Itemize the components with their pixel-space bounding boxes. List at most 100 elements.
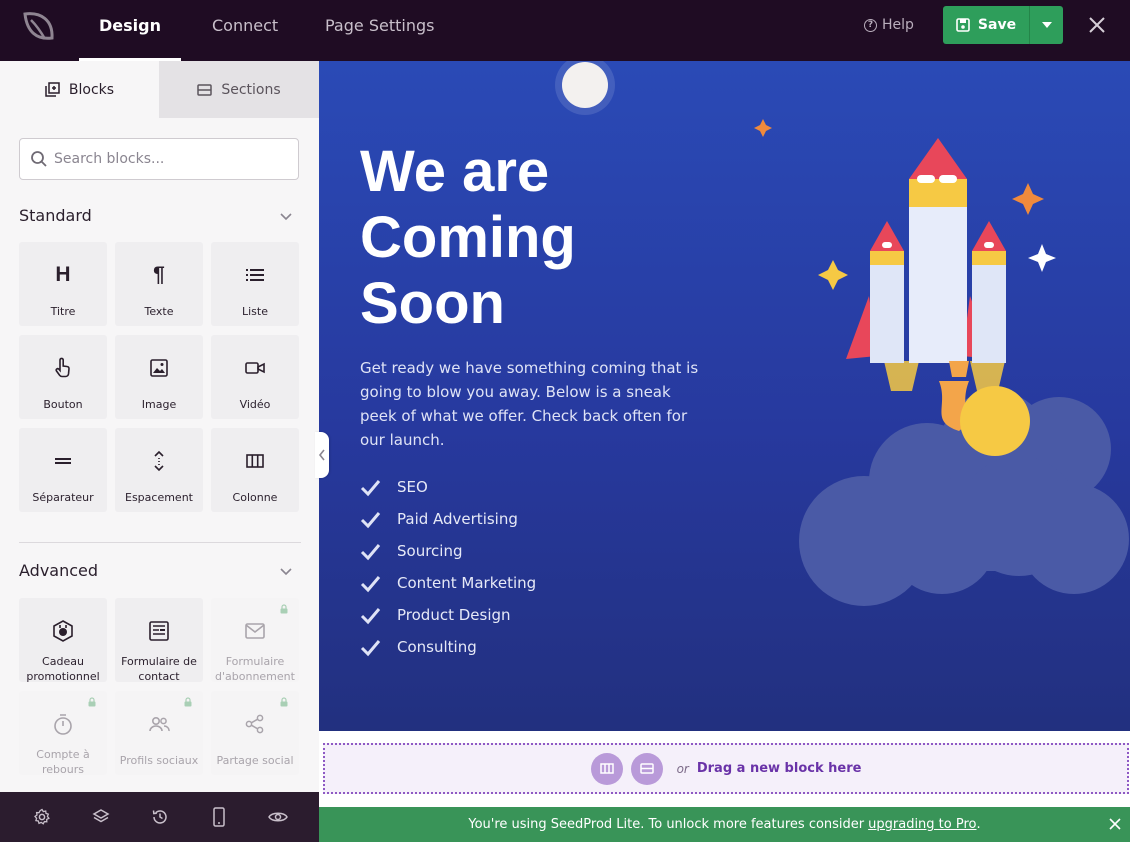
block-label: Titre (50, 305, 76, 318)
block-separateur[interactable]: Séparateur (19, 428, 107, 512)
block-liste[interactable]: Liste (211, 242, 299, 326)
block-espacement[interactable]: Espacement (115, 428, 203, 512)
notice-suffix: . (976, 817, 981, 832)
feature-label: Content Marketing (397, 574, 537, 592)
block-label: Séparateur (32, 491, 94, 504)
block-profils-sociaux[interactable]: Profils sociaux (115, 691, 203, 775)
chevron-left-icon (318, 449, 325, 461)
features-list[interactable]: SEO Paid Advertising Sourcing Content Ma… (360, 471, 536, 663)
tab-blocks[interactable]: Blocks (0, 61, 159, 118)
mobile-phone-icon (212, 807, 225, 827)
sections-icon (197, 83, 213, 96)
tab-sections[interactable]: Sections (159, 61, 319, 118)
help-icon: ? (864, 18, 877, 32)
layers-button[interactable] (90, 806, 112, 828)
contact-form-icon (149, 621, 169, 641)
help-label: Help (882, 17, 914, 33)
settings-button[interactable] (31, 806, 53, 828)
checkmark-icon (360, 543, 381, 560)
hero-description[interactable]: Get ready we have something coming that … (360, 356, 705, 452)
list-item: Paid Advertising (360, 503, 536, 535)
block-label: Formulaire de contact (121, 655, 197, 683)
block-video[interactable]: Vidéo (211, 335, 299, 419)
group-divider (19, 542, 301, 543)
add-column-button[interactable] (590, 752, 623, 785)
feature-label: Paid Advertising (397, 510, 518, 528)
block-label: Cadeau promotionnel (26, 655, 100, 683)
block-colonne[interactable]: Colonne (211, 428, 299, 512)
top-bar: Design Connect Page Settings ? Help Save (0, 0, 1130, 61)
block-label: Liste (242, 305, 268, 318)
block-label: Colonne (232, 491, 278, 504)
hero-title[interactable]: We are Coming Soon (360, 139, 680, 337)
share-icon (245, 714, 264, 734)
block-label: Compte à rebours (36, 748, 90, 776)
stopwatch-icon (54, 714, 72, 735)
save-button[interactable]: Save (943, 6, 1029, 44)
video-camera-icon (245, 362, 265, 374)
list-item: Content Marketing (360, 567, 536, 599)
block-formulaire-abonnement[interactable]: Formulaire d'abonnement (211, 598, 299, 683)
paragraph-icon: ¶ (153, 263, 165, 286)
spacer-icon (154, 450, 164, 472)
drop-zone[interactable]: or Drag a new block here (323, 743, 1129, 794)
list-item: Consulting (360, 631, 536, 663)
lock-icon (280, 697, 288, 707)
block-titre[interactable]: H Titre (19, 242, 107, 326)
tab-sections-label: Sections (221, 81, 281, 98)
checkmark-icon (360, 575, 381, 592)
tab-page-settings[interactable]: Page Settings (325, 0, 434, 61)
feature-label: Sourcing (397, 542, 463, 560)
seedprod-logo[interactable] (19, 10, 59, 44)
sidebar-collapse-handle[interactable] (315, 432, 329, 478)
blocks-sidebar: Blocks Sections Standard H Titre ¶ Texte… (0, 61, 319, 792)
chevron-down-icon[interactable] (279, 209, 293, 223)
block-image[interactable]: Image (115, 335, 203, 419)
help-link[interactable]: ? Help (864, 17, 914, 33)
checkmark-icon (360, 511, 381, 528)
save-options-dropdown[interactable] (1030, 6, 1063, 44)
caret-down-icon (1041, 22, 1052, 28)
layers-icon (91, 809, 110, 823)
block-label: Formulaire d'abonnement (215, 655, 295, 683)
close-icon[interactable] (1108, 817, 1122, 831)
feature-label: SEO (397, 478, 428, 496)
search-input[interactable] (54, 151, 284, 167)
columns-icon (599, 763, 614, 774)
close-icon[interactable] (1086, 14, 1108, 36)
chevron-down-icon[interactable] (279, 564, 293, 578)
preview-button[interactable] (267, 806, 289, 828)
save-label: Save (977, 17, 1017, 33)
history-button[interactable] (149, 806, 171, 828)
divider-icon (55, 458, 71, 464)
block-bouton[interactable]: Bouton (19, 335, 107, 419)
add-section-button[interactable] (630, 752, 663, 785)
gear-icon (33, 808, 50, 825)
block-label: Bouton (43, 398, 83, 411)
block-compte-a-rebours[interactable]: Compte à rebours (19, 691, 107, 776)
feature-label: Consulting (397, 638, 477, 656)
block-label: Vidéo (239, 398, 271, 411)
eye-icon (267, 812, 288, 822)
block-texte[interactable]: ¶ Texte (115, 242, 203, 326)
history-icon (152, 810, 167, 824)
mobile-preview-button[interactable] (208, 806, 230, 828)
list-item: SEO (360, 471, 536, 503)
sections-icon (639, 763, 654, 774)
upgrade-link[interactable]: upgrading to Pro (868, 817, 976, 832)
block-formulaire-de-contact[interactable]: Formulaire de contact (115, 598, 203, 683)
list-item: Product Design (360, 599, 536, 631)
list-icon (246, 269, 264, 281)
list-item: Sourcing (360, 535, 536, 567)
upgrade-notice: You're using SeedProd Lite. To unlock mo… (319, 807, 1130, 842)
coming-soon-section[interactable]: We are Coming Soon Get ready we have som… (319, 61, 1130, 731)
block-label: Espacement (125, 491, 193, 504)
feature-label: Product Design (397, 606, 511, 624)
tab-connect[interactable]: Connect (212, 0, 278, 61)
block-label: Profils sociaux (119, 754, 199, 767)
block-cadeau-promotionnel[interactable]: Cadeau promotionnel (19, 598, 107, 683)
block-partage-social[interactable]: Partage social (211, 691, 299, 775)
lock-icon (280, 604, 288, 614)
tab-design[interactable]: Design (79, 0, 181, 61)
heading-icon: H (55, 263, 71, 286)
